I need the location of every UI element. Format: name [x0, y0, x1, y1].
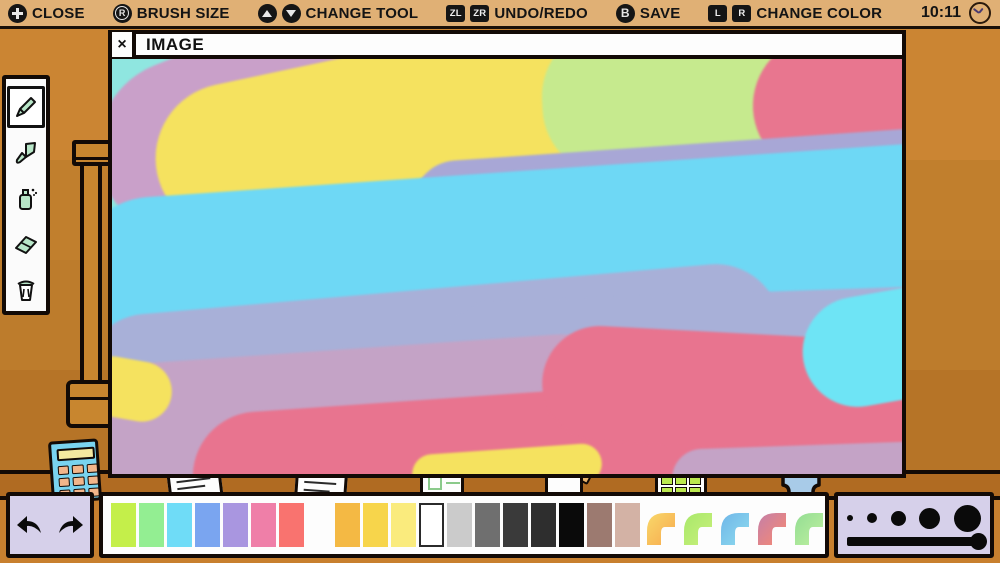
color-swatch-tan[interactable] — [615, 503, 640, 547]
color-swatch-amber[interactable] — [335, 503, 360, 547]
hud-brush-size-label: BRUSH SIZE — [136, 4, 230, 22]
hud-save-label: SAVE — [639, 4, 681, 22]
hud-clock: 10:11 — [921, 2, 1000, 24]
color-swatch-orange[interactable] — [307, 503, 332, 547]
hud-brush-size[interactable]: R BRUSH SIZE — [112, 3, 230, 23]
r-button-icon: R — [112, 3, 132, 23]
brush-size-dot-7[interactable] — [866, 512, 878, 524]
color-swatch-light-green[interactable] — [139, 503, 164, 547]
brush-size-dot-4[interactable] — [847, 515, 853, 521]
color-swatch-pale-yellow[interactable] — [391, 503, 416, 547]
r-button-label: R — [115, 6, 130, 20]
brush-size-dot-14[interactable] — [919, 507, 941, 529]
hud-save[interactable]: B SAVE — [615, 3, 681, 23]
color-swatch-brown[interactable] — [587, 503, 612, 547]
color-swatch-pink[interactable] — [251, 503, 276, 547]
hud-change-tool[interactable]: CHANGE TOOL — [257, 3, 419, 23]
eraser-tool[interactable] — [7, 223, 45, 265]
zr-button-icon: ZR — [470, 4, 490, 22]
window-title-bar: × IMAGE — [112, 32, 902, 59]
color-swatch-gradient-pink-red[interactable] — [754, 503, 788, 547]
clock-icon — [969, 2, 991, 24]
color-swatch-light-gray[interactable] — [447, 503, 472, 547]
hud-undo-redo-label: UNDO/REDO — [494, 4, 588, 22]
redo-arrow-icon[interactable] — [54, 512, 86, 538]
color-palette-panel — [99, 492, 829, 558]
l-button-icon: L — [708, 4, 728, 22]
color-swatch-yellow-green[interactable] — [111, 503, 136, 547]
color-swatch-black[interactable] — [559, 503, 584, 547]
bottom-toolbar — [0, 491, 1000, 563]
brush-tool[interactable] — [7, 132, 45, 174]
r-shoulder-button-icon: R — [732, 4, 752, 22]
dpad-down-icon — [281, 3, 301, 23]
color-swatch-gradient-yellow-orange[interactable] — [643, 503, 677, 547]
brush-size-slider[interactable] — [847, 532, 987, 550]
trash-tool[interactable] — [7, 269, 45, 311]
color-swatch-white[interactable] — [419, 503, 444, 547]
window-title: IMAGE — [146, 34, 205, 54]
undo-redo-panel — [6, 492, 94, 558]
color-swatch-gray[interactable] — [475, 503, 500, 547]
hud-change-color[interactable]: L R CHANGE COLOR — [708, 4, 883, 22]
color-swatch-gradient-green-mint[interactable] — [791, 503, 825, 547]
drawing-canvas[interactable] — [112, 59, 902, 474]
plus-button-icon — [8, 3, 27, 23]
hud-close-label: CLOSE — [32, 4, 85, 22]
top-hud-bar: CLOSE R BRUSH SIZE CHANGE TOOL ZL ZR UND… — [0, 0, 1000, 29]
close-icon[interactable]: × — [112, 32, 136, 57]
color-swatch-gradient-blue-cyan[interactable] — [717, 503, 751, 547]
color-swatch-blue[interactable] — [195, 503, 220, 547]
color-swatch-purple[interactable] — [223, 503, 248, 547]
color-swatch-gold[interactable] — [363, 503, 388, 547]
spray-can-tool[interactable] — [7, 178, 45, 220]
color-swatch-dark-gray[interactable] — [503, 503, 528, 547]
hud-change-color-label: CHANGE COLOR — [756, 4, 883, 22]
clock-time: 10:11 — [920, 4, 961, 21]
zl-button-icon: ZL — [446, 4, 466, 22]
brush-size-dot-18[interactable] — [954, 504, 981, 532]
calculator-screen — [56, 446, 96, 462]
b-button-icon: B — [615, 3, 635, 23]
undo-arrow-icon[interactable] — [14, 512, 46, 538]
color-swatch-charcoal[interactable] — [531, 503, 556, 547]
color-swatch-red[interactable] — [279, 503, 304, 547]
color-swatch-cyan[interactable] — [167, 503, 192, 547]
image-window: × IMAGE — [108, 30, 906, 478]
brush-size-dot-10[interactable] — [890, 510, 906, 526]
pencil-tool[interactable] — [7, 86, 45, 128]
paint-app-screen: CLOSE R BRUSH SIZE CHANGE TOOL ZL ZR UND… — [0, 0, 1000, 563]
slider-knob[interactable] — [970, 532, 987, 550]
color-swatch-gradient-green-lime[interactable] — [680, 503, 714, 547]
brush-size-options[interactable] — [847, 504, 981, 532]
color-swatch-gradient-rainbow[interactable] — [828, 503, 829, 547]
tool-sidebar — [2, 75, 50, 315]
brush-size-panel — [834, 492, 994, 558]
hud-change-tool-label: CHANGE TOOL — [305, 4, 419, 22]
dpad-up-icon — [257, 3, 277, 23]
hud-undo-redo[interactable]: ZL ZR UNDO/REDO — [446, 4, 588, 22]
hud-close[interactable]: CLOSE — [8, 3, 85, 23]
